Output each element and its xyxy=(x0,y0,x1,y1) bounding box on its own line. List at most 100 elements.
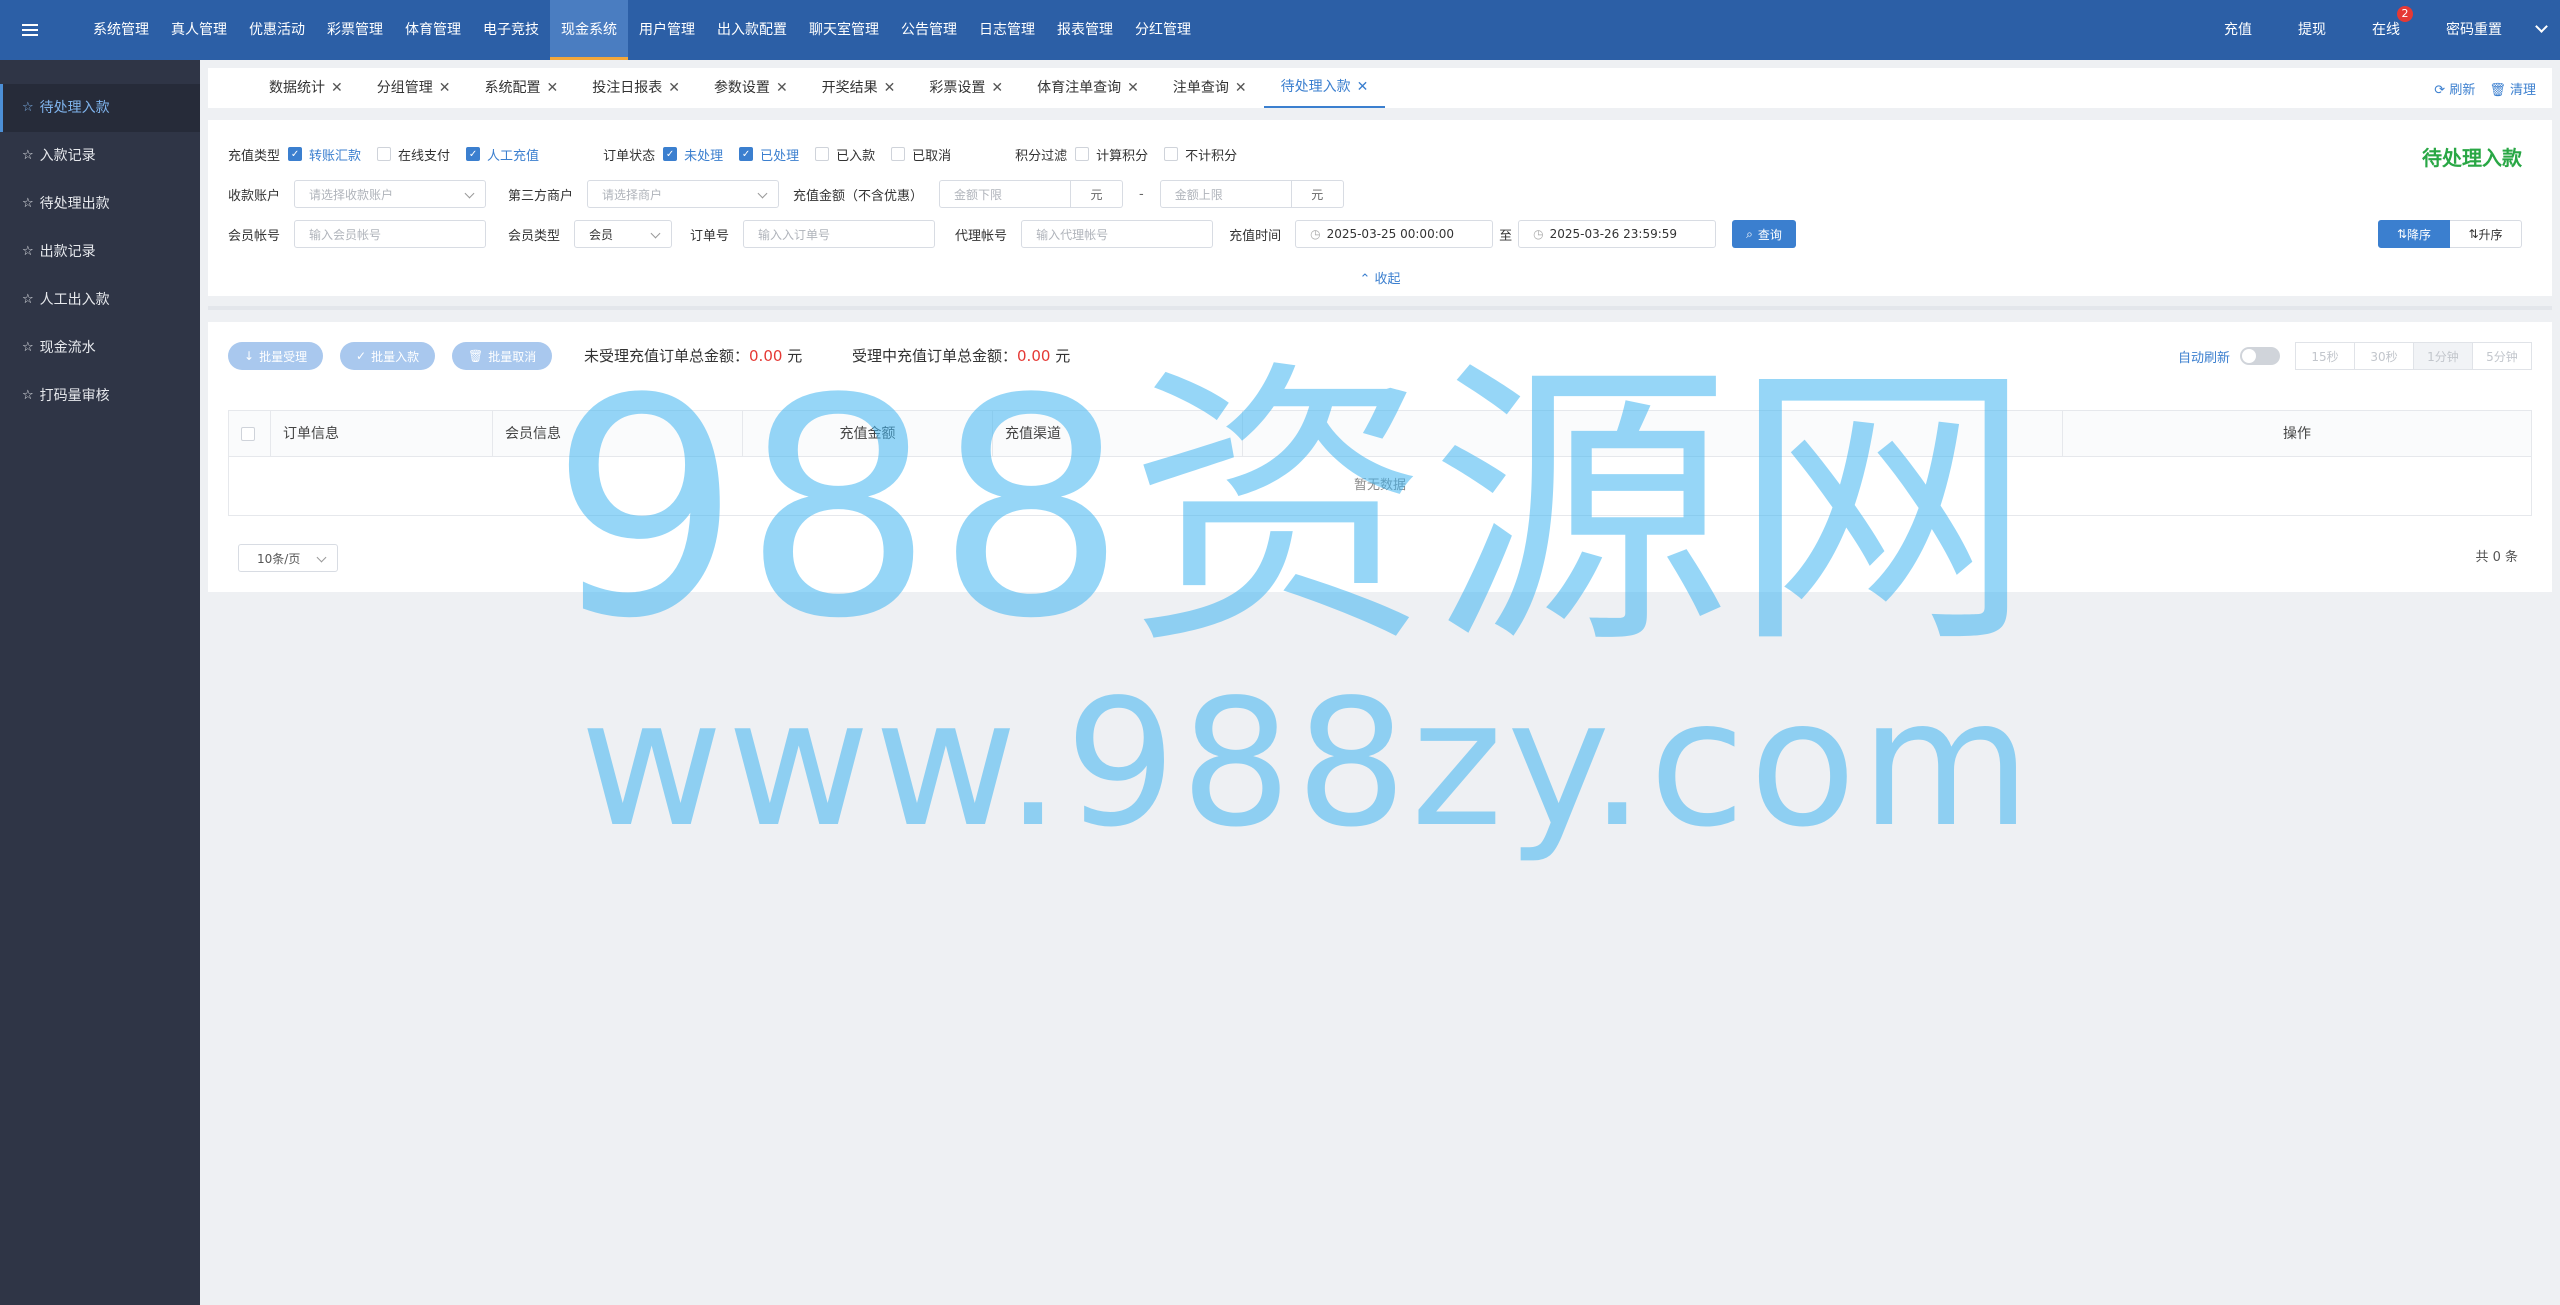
topnav-item[interactable]: 系统管理 xyxy=(82,0,160,60)
menu-toggle-icon[interactable] xyxy=(0,0,60,60)
merchant-select[interactable]: 请选择商户 xyxy=(587,180,780,208)
topnav-item[interactable]: 电子竞技 xyxy=(472,0,550,60)
close-icon[interactable]: ✕ xyxy=(1357,68,1369,106)
close-icon[interactable]: ✕ xyxy=(331,69,343,107)
withdraw-link[interactable]: 提现 xyxy=(2275,0,2349,60)
batch-accept-button[interactable]: ↓ 批量受理 xyxy=(228,342,324,370)
sidebar-item-cash-flow[interactable]: ☆ 现金流水 xyxy=(0,324,200,372)
close-icon[interactable]: ✕ xyxy=(439,69,451,107)
close-icon[interactable]: ✕ xyxy=(1235,69,1247,107)
member-type-select[interactable]: 会员 xyxy=(574,220,673,248)
topnav-item[interactable]: 聊天室管理 xyxy=(798,0,890,60)
sidebar-item-deposit-records[interactable]: ☆ 入款记录 xyxy=(0,132,200,180)
topnav-item[interactable]: 真人管理 xyxy=(160,0,238,60)
topnav-item-active[interactable]: 现金系统 xyxy=(550,0,628,60)
topnav-item[interactable]: 公告管理 xyxy=(890,0,968,60)
sort-desc-label: 降序 xyxy=(2407,227,2432,242)
online-link[interactable]: 在线 2 xyxy=(2349,0,2423,60)
order-no-input[interactable]: 输入入订单号 xyxy=(743,220,936,248)
checkbox-count-points[interactable]: 计算积分 xyxy=(1075,145,1148,164)
checkbox-online-pay[interactable]: 在线支付 xyxy=(377,145,450,164)
sort-icon: ⇅ xyxy=(2396,227,2408,241)
close-icon[interactable]: ✕ xyxy=(884,69,896,107)
currency-label: 元 xyxy=(787,347,803,365)
topnav-item[interactable]: 彩票管理 xyxy=(316,0,394,60)
page-size-select[interactable]: 10条/页 xyxy=(238,544,338,572)
tab[interactable]: 系统配置 ✕ xyxy=(467,68,575,108)
batch-cancel-button[interactable]: 🗑 批量取消 xyxy=(452,342,553,370)
interval-option-selected[interactable]: 1分钟 xyxy=(2413,342,2473,370)
checkbox-deposited[interactable]: 已入款 xyxy=(815,145,875,164)
checkbox-transfer[interactable]: ✓ 转账汇款 xyxy=(288,145,361,164)
sort-desc-button[interactable]: ⇅ 降序 xyxy=(2378,220,2450,248)
batch-deposit-button[interactable]: ✓ 批量入款 xyxy=(340,342,436,370)
checkbox-no-points[interactable]: 不计积分 xyxy=(1164,145,1237,164)
tab[interactable]: 参数设置 ✕ xyxy=(697,68,805,108)
interval-option[interactable]: 30秒 xyxy=(2354,342,2414,370)
topnav-item[interactable]: 体育管理 xyxy=(394,0,472,60)
collapse-label: 收起 xyxy=(1374,272,1401,287)
time-end-value: 2025-03-26 23:59:59 xyxy=(1549,227,1678,241)
sidebar-item-manual-cash[interactable]: ☆ 人工出入款 xyxy=(0,276,200,324)
close-icon[interactable]: ✕ xyxy=(1127,69,1139,107)
member-account-label: 会员帐号 xyxy=(228,228,281,244)
receive-account-select[interactable]: 请选择收款账户 xyxy=(294,180,487,208)
checkbox-processed[interactable]: ✓ 已处理 xyxy=(739,145,799,164)
interval-option[interactable]: 5分钟 xyxy=(2472,342,2532,370)
topnav-item[interactable]: 报表管理 xyxy=(1046,0,1124,60)
select-all-checkbox[interactable] xyxy=(229,410,271,457)
amount-max-unit: 元 xyxy=(1291,180,1344,208)
close-icon[interactable]: ✕ xyxy=(546,69,558,107)
checkbox-manual-recharge[interactable]: ✓ 人工充值 xyxy=(466,145,539,164)
interval-option[interactable]: 15秒 xyxy=(2295,342,2355,370)
sidebar-item-withdraw-records[interactable]: ☆ 出款记录 xyxy=(0,228,200,276)
time-start-input[interactable]: ◷ 2025-03-25 00:00:00 xyxy=(1295,220,1494,248)
tab-label: 开奖结果 xyxy=(821,80,878,96)
sidebar-item-pending-deposit[interactable]: ☆ 待处理入款 xyxy=(0,84,200,132)
search-icon: ⌕ xyxy=(1746,226,1753,241)
topnav-item[interactable]: 出入款配置 xyxy=(706,0,798,60)
close-icon[interactable]: ✕ xyxy=(991,69,1003,107)
topnav-item[interactable]: 优惠活动 xyxy=(238,0,316,60)
tab-label: 注单查询 xyxy=(1172,80,1229,96)
collapse-button[interactable]: ⌃ 收起 xyxy=(208,268,2552,287)
tab[interactable]: 开奖结果 ✕ xyxy=(805,68,913,108)
batch-accept-label: 批量受理 xyxy=(259,349,308,364)
time-end-input[interactable]: ◷ 2025-03-26 23:59:59 xyxy=(1518,220,1717,248)
amount-min-input[interactable]: 金额下限 xyxy=(939,180,1072,208)
tab[interactable]: 彩票设置 ✕ xyxy=(912,68,1020,108)
sort-asc-button[interactable]: ⇅ 升序 xyxy=(2450,220,2522,248)
currency-label: 元 xyxy=(1055,347,1071,365)
checkbox-cancelled[interactable]: 已取消 xyxy=(891,145,951,164)
tab[interactable]: 投注日报表 ✕ xyxy=(575,68,697,108)
tab[interactable]: 数据统计 ✕ xyxy=(252,68,360,108)
tab[interactable]: 体育注单查询 ✕ xyxy=(1020,68,1156,108)
auto-refresh-toggle[interactable] xyxy=(2240,347,2280,365)
amount-max-input[interactable]: 金额上限 xyxy=(1159,180,1292,208)
topnav-item[interactable]: 分红管理 xyxy=(1124,0,1202,60)
password-reset-menu[interactable]: 密码重置 xyxy=(2423,0,2560,60)
query-button[interactable]: ⌕ 查询 xyxy=(1732,220,1796,248)
sidebar-item-bet-audit[interactable]: ☆ 打码量审核 xyxy=(0,372,200,420)
chevron-up-icon: ⌃ xyxy=(1359,272,1371,287)
member-account-input[interactable]: 输入会员帐号 xyxy=(294,220,487,248)
topnav-item[interactable]: 用户管理 xyxy=(628,0,706,60)
agent-account-input[interactable]: 输入代理帐号 xyxy=(1021,220,1214,248)
online-count-badge: 2 xyxy=(2397,6,2413,22)
sidebar: ☆ 待处理入款 ☆ 入款记录 ☆ 待处理出款 ☆ 出款记录 ☆ 人工出入款 ☆ 现金流水 ☆… xyxy=(0,60,200,1305)
close-icon[interactable]: ✕ xyxy=(776,69,788,107)
sidebar-item-label: 现金流水 xyxy=(39,340,96,356)
deposit-link[interactable]: 充值 xyxy=(2201,0,2275,60)
tab-active[interactable]: 待处理入款 ✕ xyxy=(1263,68,1386,108)
checkbox-unprocessed[interactable]: ✓ 未处理 xyxy=(663,145,723,164)
checkbox-label: 转账汇款 xyxy=(309,148,362,164)
accepting-label: 受理中充值订单总金额： xyxy=(852,347,1018,365)
refresh-button[interactable]: ⟳ 刷新 xyxy=(2434,79,2475,98)
clear-button[interactable]: 🗑 清理 xyxy=(2489,79,2536,98)
sidebar-item-pending-withdraw[interactable]: ☆ 待处理出款 xyxy=(0,180,200,228)
amount-range-dash: - xyxy=(1139,186,1144,202)
topnav-item[interactable]: 日志管理 xyxy=(968,0,1046,60)
tab[interactable]: 注单查询 ✕ xyxy=(1156,68,1264,108)
tab[interactable]: 分组管理 ✕ xyxy=(360,68,468,108)
close-icon[interactable]: ✕ xyxy=(668,69,680,107)
